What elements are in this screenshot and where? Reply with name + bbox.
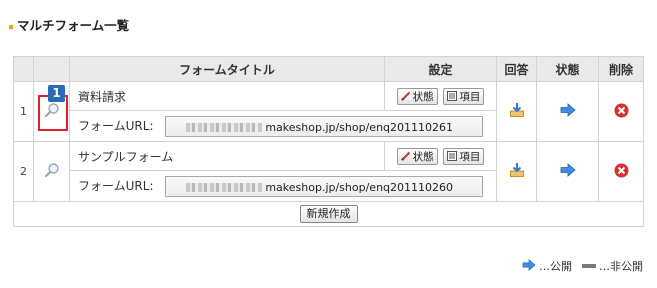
pencil-icon [400, 91, 410, 101]
status-settings-button[interactable]: 状態 [396, 87, 438, 105]
item-settings-button[interactable]: 項目 [443, 87, 485, 105]
url-text: makeshop.jp/shop/enq201110261 [265, 120, 454, 134]
url-text: makeshop.jp/shop/enq201110260 [265, 180, 454, 194]
table-row: 2 サンプルフォーム 状態 項目 [13, 141, 644, 202]
url-field[interactable]: makeshop.jp/shop/enq201110260 [165, 175, 484, 197]
status-cell [536, 141, 599, 202]
header-title: フォームタイトル [69, 56, 385, 82]
status-settings-button[interactable]: 状態 [396, 147, 438, 165]
pencil-icon [400, 151, 410, 161]
annotation-badge: 1 [48, 85, 65, 102]
page-title-text: マルチフォーム一覧 [17, 18, 130, 33]
status-legend: …公開 …非公開 [522, 258, 643, 274]
settings-cell: 状態 項目 [384, 141, 497, 171]
answers-cell [496, 141, 537, 202]
arrow-right-icon[interactable] [560, 103, 576, 120]
url-blur [186, 183, 263, 192]
row-number: 1 [13, 81, 34, 142]
header-view [33, 56, 70, 82]
arrow-right-icon[interactable] [560, 163, 576, 180]
delete-icon[interactable] [614, 103, 629, 121]
preview-cell [33, 141, 70, 202]
settings-cell: 状態 項目 [384, 81, 497, 111]
new-form-button[interactable]: 新規作成 [299, 205, 358, 223]
form-title: サンプルフォーム [69, 141, 385, 171]
url-cell: フォームURL: makeshop.jp/shop/enq201110261 [69, 110, 497, 142]
status-cell [536, 81, 599, 142]
item-button-label: 項目 [459, 90, 481, 103]
header-num [13, 56, 34, 82]
delete-icon[interactable] [614, 163, 629, 181]
url-label: フォームURL: [78, 178, 154, 193]
status-button-label: 状態 [412, 90, 434, 103]
header-answers: 回答 [496, 56, 537, 82]
page-title: マルチフォーム一覧 [9, 15, 129, 34]
url-field[interactable]: makeshop.jp/shop/enq201110261 [165, 115, 484, 137]
form-title: 資料請求 [69, 81, 385, 111]
footer-cell: 新規作成 [13, 201, 644, 227]
header-settings: 設定 [384, 56, 497, 82]
header-status: 状態 [536, 56, 599, 82]
arrow-right-icon [522, 258, 536, 274]
legend-public: …公開 [539, 260, 572, 273]
title-bullet-icon [9, 24, 13, 29]
url-cell: フォームURL: makeshop.jp/shop/enq201110260 [69, 170, 497, 202]
row-number: 2 [13, 141, 34, 202]
delete-cell [598, 141, 644, 202]
download-icon[interactable] [509, 103, 525, 121]
item-settings-button[interactable]: 項目 [443, 147, 485, 165]
delete-cell [598, 81, 644, 142]
table-header-row: フォームタイトル 設定 回答 状態 削除 [13, 56, 644, 82]
answers-cell [496, 81, 537, 142]
multiform-table: フォームタイトル 設定 回答 状態 削除 1 資料請求 状態 項目 フォームUR… [13, 56, 644, 227]
header-delete: 削除 [598, 56, 644, 82]
url-blur [186, 123, 263, 132]
url-label: フォームURL: [78, 118, 154, 133]
list-icon [447, 151, 458, 161]
status-button-label: 状態 [412, 150, 434, 163]
list-icon [447, 91, 458, 101]
table-row: 1 資料請求 状態 項目 [13, 81, 644, 142]
magnifier-icon[interactable] [44, 163, 60, 181]
legend-private: …非公開 [599, 260, 643, 273]
download-icon[interactable] [509, 163, 525, 181]
dash-icon [581, 264, 596, 268]
table-footer-row: 新規作成 [13, 201, 644, 227]
item-button-label: 項目 [459, 150, 481, 163]
